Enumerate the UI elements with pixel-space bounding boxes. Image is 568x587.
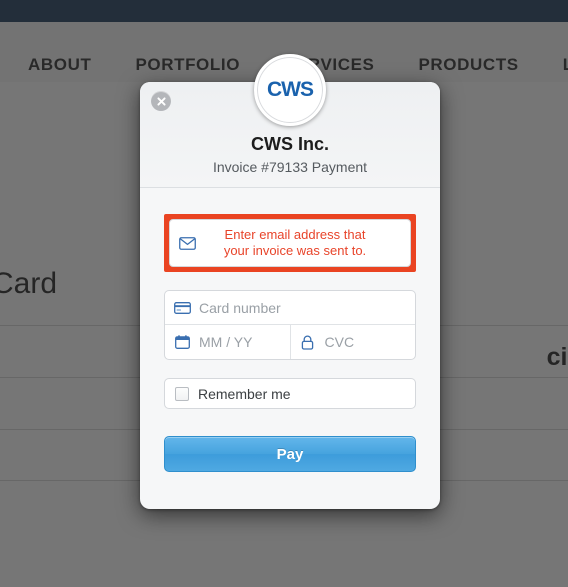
card-expiry-cvc-row: MM / YY CVC — [165, 325, 415, 359]
remember-me-label: Remember me — [198, 385, 291, 402]
pay-button[interactable]: Pay — [164, 436, 416, 472]
merchant-logo: CWS — [254, 54, 326, 126]
email-error-line-1: Enter email address that — [224, 227, 366, 242]
card-cvc-field[interactable]: CVC — [289, 325, 416, 359]
merchant-name: CWS Inc. — [250, 134, 329, 154]
merchant-logo-text: CWS — [267, 78, 314, 101]
card-number-field[interactable]: Card number — [165, 291, 415, 324]
card-expiry-placeholder: MM / YY — [199, 334, 253, 350]
card-details-group: Card number MM / YY CVC — [164, 290, 416, 360]
screen: ABOUT PORTFOLIO SERVICES PRODUCTS LINKS … — [0, 0, 568, 587]
invoice-subtitle: Invoice #79133 Payment — [212, 159, 368, 175]
credit-card-icon — [165, 301, 199, 314]
modal-header: CWS CWS Inc. Invoice #79133 Payment — [140, 54, 440, 188]
email-error-highlight: Enter email address that your invoice wa… — [164, 214, 416, 272]
lock-icon — [291, 335, 325, 350]
checkout-modal: CWS CWS Inc. Invoice #79133 Payment Ente… — [140, 54, 440, 509]
remember-me-checkbox[interactable] — [175, 386, 189, 401]
card-number-placeholder: Card number — [199, 299, 281, 316]
calendar-icon — [165, 335, 199, 349]
card-expiry-field[interactable]: MM / YY — [165, 325, 290, 359]
modal-body: Enter email address that your invoice wa… — [140, 188, 440, 472]
email-error-message: Enter email address that your invoice wa… — [204, 227, 410, 259]
email-field[interactable]: Enter email address that your invoice wa… — [169, 219, 411, 267]
close-icon[interactable] — [151, 91, 171, 111]
envelope-icon — [170, 236, 204, 250]
remember-me-row[interactable]: Remember me — [164, 378, 416, 409]
card-number-row: Card number — [165, 291, 415, 325]
email-error-line-2: your invoice was sent to. — [223, 243, 367, 258]
card-cvc-placeholder: CVC — [324, 334, 355, 350]
